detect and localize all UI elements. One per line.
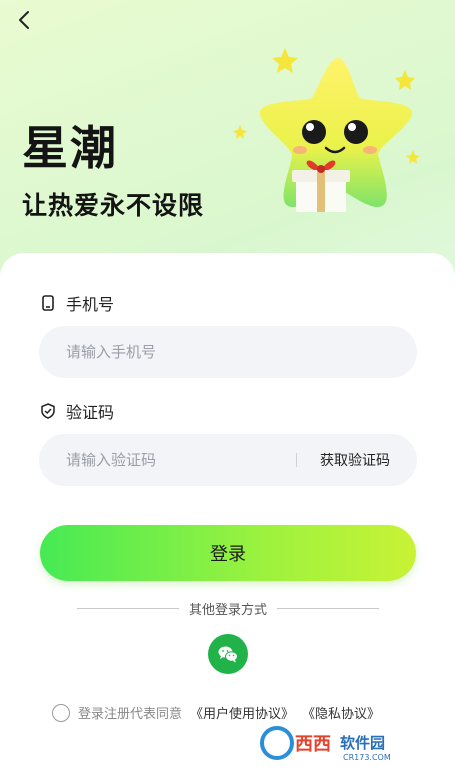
login-button[interactable]: 登录: [40, 525, 416, 581]
divider-left: [77, 608, 179, 609]
phone-input[interactable]: [64, 342, 288, 362]
code-label-row: 验证码: [40, 399, 114, 423]
phone-field[interactable]: [39, 326, 417, 378]
user-agreement-link[interactable]: 《用户使用协议》: [190, 703, 294, 722]
code-label: 验证码: [66, 403, 115, 422]
get-code-button[interactable]: 获取验证码: [320, 450, 390, 470]
privacy-link[interactable]: 《隐私协议》: [302, 703, 380, 722]
other-login-methods: 其他登录方式: [77, 599, 380, 618]
phone-icon: [40, 295, 56, 311]
code-input[interactable]: [64, 450, 288, 470]
wechat-icon: [218, 646, 238, 663]
back-button[interactable]: [12, 8, 36, 32]
watermark-url: CR173.COM: [343, 753, 391, 762]
chevron-left-icon: [19, 11, 29, 29]
app-title: 星潮: [22, 121, 118, 175]
phone-label-row: 手机号: [40, 291, 114, 315]
divider: [296, 453, 297, 467]
other-methods-label: 其他登录方式: [189, 603, 268, 618]
agreement-row: 登录注册代表同意 《用户使用协议》 《隐私协议》: [52, 703, 380, 722]
watermark-brand: 西西: [295, 734, 331, 755]
watermark-logo: 西西 软件园 CR173.COM: [255, 722, 437, 764]
divider-right: [277, 608, 380, 609]
agreement-checkbox[interactable]: [52, 703, 70, 722]
shield-check-icon: [40, 403, 56, 419]
wechat-login-button[interactable]: [208, 634, 248, 674]
phone-label: 手机号: [66, 295, 115, 314]
watermark-text: 软件园: [340, 734, 385, 752]
code-field[interactable]: 获取验证码: [39, 434, 417, 486]
star-mascot-illustration: [233, 48, 420, 212]
app-slogan: 让热爱永不设限: [22, 191, 205, 220]
agreement-prefix: 登录注册代表同意: [78, 707, 183, 722]
login-card: 手机号 验证码 获取验证码 登录 其他登录方式 登录注册代表同意 《用户使用: [0, 253, 455, 772]
